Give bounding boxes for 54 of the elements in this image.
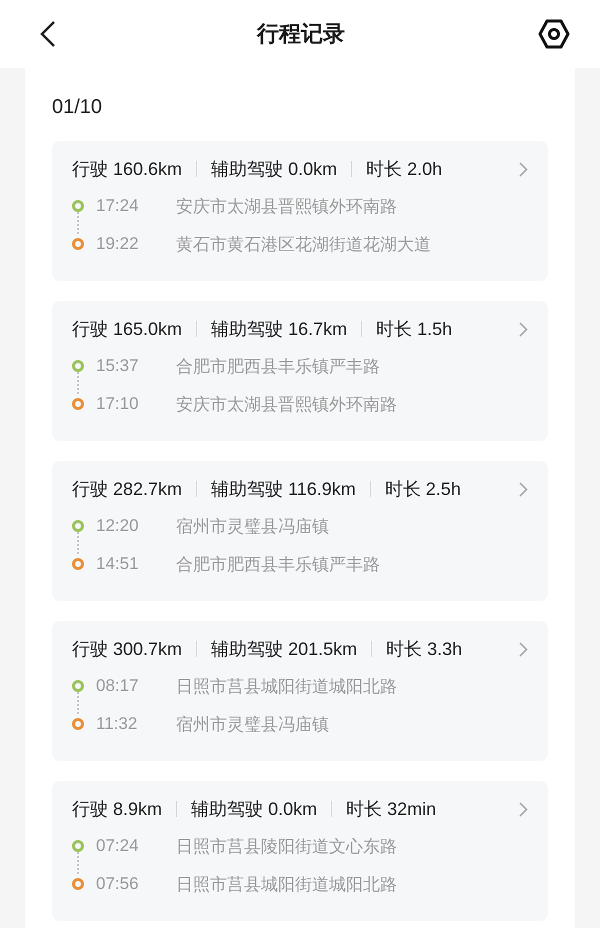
trip-stat: 时长 2.0h — [366, 158, 442, 181]
stop-address: 合肥市肥西县丰乐镇严丰路 — [176, 554, 380, 576]
trip-stat: 行驶 165.0km — [72, 318, 182, 341]
trip-stat: 时长 2.5h — [384, 478, 461, 501]
chevron-button[interactable] — [519, 482, 528, 496]
stop-time: 07:56 — [96, 874, 140, 894]
trip-card[interactable]: 行驶 160.6km 辅助驾驶 0.0km 时长 2.0h 17:24 安庆市太湖县晋熙镇外环南路 19:22 黄石市黄石港区花湖街道花湖大道 — [52, 141, 548, 281]
stop-time: 19:22 — [96, 234, 140, 254]
back-icon — [39, 20, 57, 48]
trip-card[interactable]: 行驶 165.0km 辅助驾驶 16.7km 时长 1.5h 15:37 合肥市肥西县丰乐镇严丰路 17:10 安庆市太湖县晋熙镇外环南路 — [52, 301, 548, 441]
chevron-icon — [519, 482, 528, 496]
stop-address: 合肥市肥西县丰乐镇严丰路 — [176, 356, 380, 378]
trip-card[interactable]: 行驶 300.7km 辅助驾驶 201.5km 时长 3.3h 08:17 日照市莒县城阳街道城阳北路 11:32 宿州市灵璧县冯庙镇 — [52, 621, 548, 761]
trip-stat: 时长 32min — [346, 798, 436, 821]
trip-stat: 辅助驾驶 0.0km — [191, 798, 318, 821]
stop-time: 11:32 — [96, 714, 138, 734]
date-label: 01/10 — [52, 96, 104, 119]
stop-time: 12:20 — [96, 516, 140, 536]
stop-address: 安庆市太湖县晋熙镇外环南路 — [176, 394, 397, 416]
trip-stat: 时长 1.5h — [376, 318, 452, 341]
stop-time: 08:17 — [96, 676, 140, 696]
stop-address: 宿州市灵璧县冯庙镇 — [176, 516, 329, 538]
stop-address: 黄石市黄石港区花湖街道花湖大道 — [176, 234, 431, 256]
stop-address: 日照市莒县城阳街道城阳北路 — [176, 874, 397, 896]
chevron-icon — [519, 322, 528, 336]
chevron-button[interactable] — [519, 642, 528, 656]
chevron-icon — [519, 642, 528, 656]
chevron-button[interactable] — [519, 322, 528, 336]
trip-stat: 辅助驾驶 16.7km — [211, 318, 348, 341]
stop-address: 日照市莒县城阳街道城阳北路 — [176, 676, 397, 698]
stop-time: 15:37 — [96, 356, 140, 376]
chevron-button[interactable] — [519, 162, 528, 176]
trip-stat: 辅助驾驶 116.9km — [211, 478, 356, 501]
stop-address: 安庆市太湖县晋熙镇外环南路 — [176, 196, 397, 218]
stop-address: 宿州市灵璧县冯庙镇 — [176, 714, 329, 736]
chevron-icon — [519, 162, 528, 176]
stop-time: 07:24 — [96, 836, 140, 856]
trip-stat: 行驶 160.6km — [72, 158, 182, 181]
chevron-icon — [519, 802, 528, 816]
trip-card[interactable]: 行驶 8.9km 辅助驾驶 0.0km 时长 32min 07:24 日照市莒县陵阳街道文心东路 07:56 日照市莒县城阳街道城阳北路 — [52, 781, 548, 921]
trip-stat: 行驶 8.9km — [72, 798, 162, 821]
settings-icon — [538, 19, 570, 49]
stop-address: 日照市莒县陵阳街道文心东路 — [176, 836, 397, 858]
stop-time: 17:10 — [96, 394, 140, 414]
chevron-button[interactable] — [519, 802, 528, 816]
trip-stat: 辅助驾驶 201.5km — [211, 638, 358, 661]
trip-card[interactable]: 行驶 282.7km 辅助驾驶 116.9km 时长 2.5h 12:20 宿州市灵璧县冯庙镇 14:51 合肥市肥西县丰乐镇严丰路 — [52, 461, 548, 601]
stop-time: 17:24 — [96, 196, 140, 216]
trip-stat: 时长 3.3h — [386, 638, 462, 661]
page-title: 行程记录 — [257, 20, 345, 48]
stop-time: 14:51 — [96, 554, 140, 574]
trip-stat: 辅助驾驶 0.0km — [211, 158, 338, 181]
trip-stat: 行驶 300.7km — [72, 638, 182, 661]
trip-stat: 行驶 282.7km — [72, 478, 182, 501]
